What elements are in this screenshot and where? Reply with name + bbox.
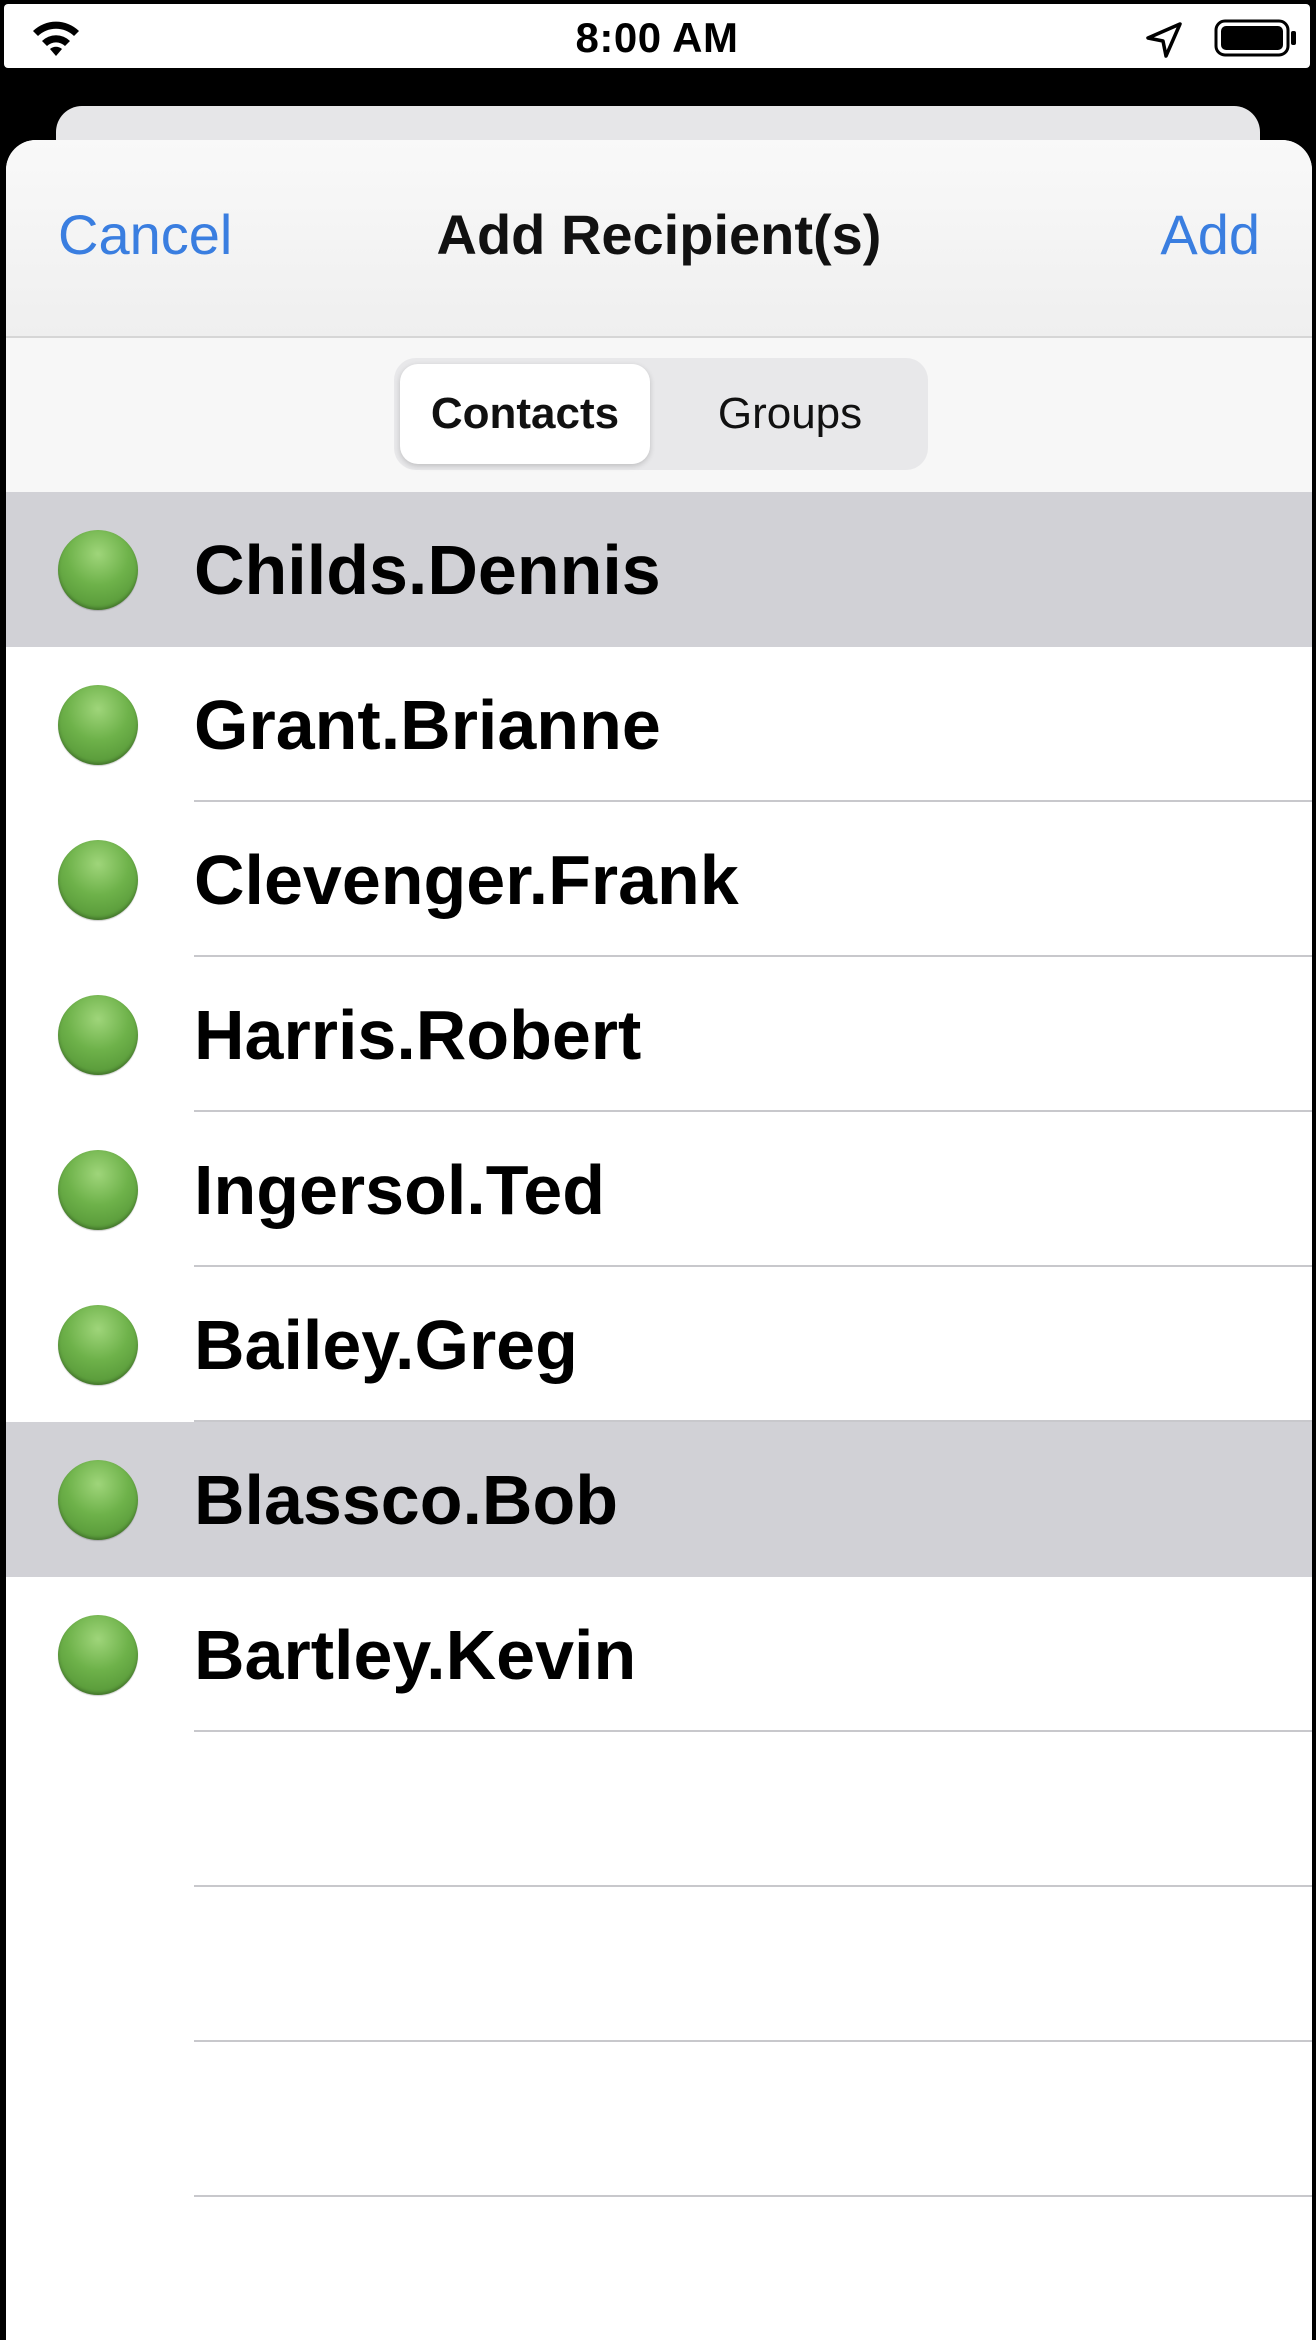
online-status-icon: [58, 840, 138, 920]
online-status-icon: [58, 1460, 138, 1540]
contact-name: Grant.Brianne: [194, 686, 661, 764]
location-arrow-icon: [1146, 22, 1182, 58]
online-status-icon: [58, 995, 138, 1075]
list-item[interactable]: Blassco.Bob: [6, 1422, 1312, 1577]
battery-icon: [1214, 19, 1296, 57]
list-item[interactable]: Grant.Brianne: [6, 647, 1312, 802]
add-button[interactable]: Add: [1160, 202, 1260, 267]
status-bar: 8:00 AM: [4, 4, 1310, 68]
list-item[interactable]: Bailey.Greg: [6, 1267, 1312, 1422]
empty-row: [6, 1887, 1312, 2042]
empty-row: [6, 2042, 1312, 2197]
page-title: Add Recipient(s): [436, 203, 882, 266]
list-item[interactable]: Harris.Robert: [6, 957, 1312, 1112]
segment-control-area: Contacts Groups: [6, 338, 1312, 492]
list-item[interactable]: Bartley.Kevin: [6, 1577, 1312, 1732]
online-status-icon: [58, 530, 138, 610]
online-status-icon: [58, 1615, 138, 1695]
online-status-icon: [58, 685, 138, 765]
tab-contacts[interactable]: Contacts: [400, 364, 650, 464]
contacts-list: Childs.Dennis Grant.Brianne Clevenger.Fr…: [6, 492, 1312, 2197]
status-time: 8:00 AM: [575, 14, 739, 61]
contact-name: Bailey.Greg: [194, 1306, 578, 1384]
empty-row: [6, 1732, 1312, 1887]
navigation-bar: Cancel Add Recipient(s) Add: [6, 140, 1312, 338]
tab-groups[interactable]: Groups: [658, 364, 922, 464]
contact-name: Ingersol.Ted: [194, 1151, 605, 1229]
contact-name: Bartley.Kevin: [194, 1616, 637, 1694]
add-recipients-sheet: Cancel Add Recipient(s) Add Contacts Gro…: [6, 140, 1312, 2340]
online-status-icon: [58, 1305, 138, 1385]
device-screen: 8:00 AM Cancel Add Recipient(s) Add Cont…: [0, 0, 1316, 2340]
contact-name: Harris.Robert: [194, 996, 642, 1074]
row-separator: [194, 2195, 1312, 2197]
segmented-control: Contacts Groups: [394, 358, 928, 470]
contact-name: Blassco.Bob: [194, 1461, 618, 1539]
contact-name: Clevenger.Frank: [194, 841, 739, 919]
list-item[interactable]: Clevenger.Frank: [6, 802, 1312, 957]
contact-name: Childs.Dennis: [194, 531, 661, 609]
online-status-icon: [58, 1150, 138, 1230]
list-item[interactable]: Ingersol.Ted: [6, 1112, 1312, 1267]
list-item[interactable]: Childs.Dennis: [6, 492, 1312, 647]
